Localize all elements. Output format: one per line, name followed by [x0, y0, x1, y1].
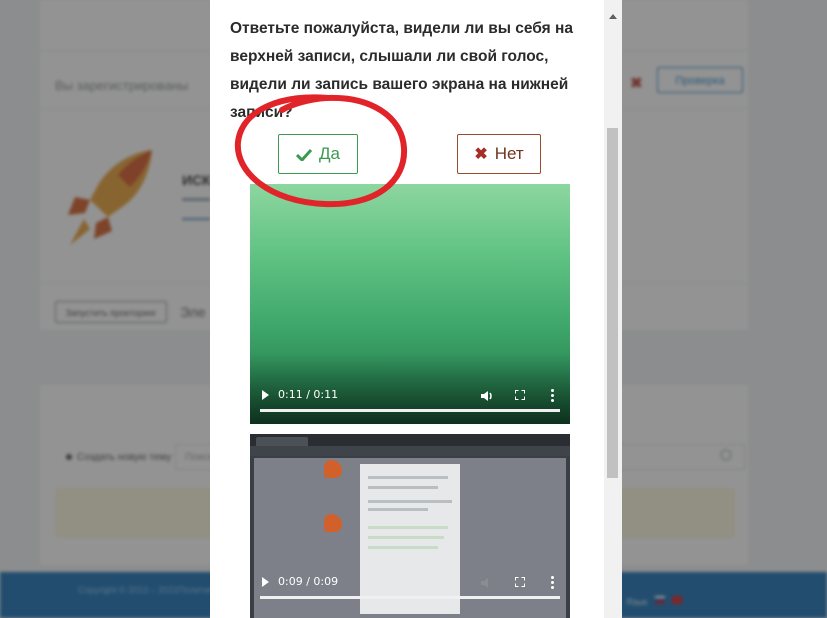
- no-label: Нет: [494, 144, 524, 163]
- fullscreen-icon[interactable]: [515, 390, 525, 400]
- more-options-icon[interactable]: [551, 576, 554, 590]
- recorded-rocket-icon: [324, 460, 342, 478]
- recorded-address-bar: [250, 446, 570, 456]
- recorded-text-line: [368, 500, 452, 503]
- recorded-text-line: [368, 526, 448, 529]
- video-time: 0:09 / 0:09: [278, 575, 339, 588]
- recorded-text-line: [368, 546, 438, 549]
- screen-video-player[interactable]: 0:09 / 0:09: [250, 434, 570, 618]
- video-progress-bar[interactable]: [260, 409, 560, 412]
- scroll-thumb[interactable]: [607, 128, 618, 478]
- scroll-up-arrow-icon[interactable]: [609, 14, 617, 19]
- video-progress-bar[interactable]: [260, 596, 560, 599]
- question-text: Ответьте пожалуйста, видели ли вы себя н…: [230, 20, 574, 121]
- recorded-text-line: [368, 536, 444, 539]
- check-icon: [296, 148, 313, 161]
- recorded-text-line: [368, 476, 448, 479]
- recorded-text-line: [368, 486, 438, 489]
- yes-label: Да: [319, 144, 340, 163]
- recorded-rocket-icon: [324, 514, 342, 532]
- no-button[interactable]: ✖ Нет: [457, 134, 541, 174]
- volume-icon[interactable]: [480, 389, 494, 403]
- play-icon[interactable]: [262, 577, 269, 587]
- fullscreen-icon[interactable]: [515, 577, 525, 587]
- camera-video-player[interactable]: 0:11 / 0:11: [250, 184, 570, 424]
- proctoring-check-dialog: Ответьте пожалуйста, видели ли вы себя н…: [210, 0, 622, 618]
- video-controls: 0:09 / 0:09: [250, 571, 570, 595]
- yes-button[interactable]: Да: [278, 134, 358, 174]
- close-icon: ✖: [474, 146, 488, 163]
- play-icon[interactable]: [262, 390, 269, 400]
- more-options-icon[interactable]: [551, 389, 554, 403]
- recorded-text-line: [368, 508, 428, 511]
- dialog-scrollbar[interactable]: [604, 0, 622, 618]
- volume-icon[interactable]: [480, 576, 494, 590]
- video-controls: 0:11 / 0:11: [250, 384, 570, 408]
- video-time: 0:11 / 0:11: [278, 388, 339, 401]
